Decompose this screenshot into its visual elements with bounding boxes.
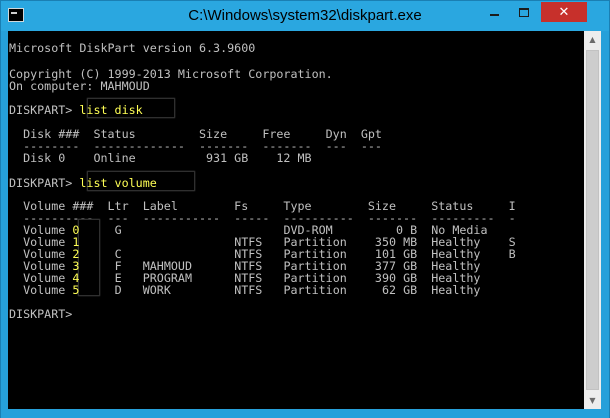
title-bar[interactable]: C:\Windows\system32\diskpart.exe ✕	[1, 1, 609, 31]
prompt: DISKPART>	[9, 176, 80, 190]
console-window: C:\Windows\system32\diskpart.exe ✕ Micro…	[0, 0, 610, 418]
scroll-down-icon[interactable]: ▼	[584, 392, 601, 409]
close-icon: ✕	[558, 4, 570, 20]
minimize-icon	[489, 14, 499, 16]
scroll-up-icon[interactable]: ▲	[584, 31, 601, 48]
final-prompt: DISKPART>	[9, 307, 73, 321]
volume-label: Volume	[9, 283, 73, 297]
minimize-button[interactable]	[480, 2, 508, 22]
command-line-list-volume: DISKPART> list volume	[9, 177, 157, 189]
version-line: Microsoft DiskPart version 6.3.9600	[9, 41, 256, 55]
volume-details: D WORK NTFS Partition 62 GB Healthy	[79, 283, 481, 297]
volume-row: Volume 5 D WORK NTFS Partition 62 GB Hea…	[9, 284, 480, 296]
scroll-thumb[interactable]	[586, 50, 599, 390]
maximize-icon	[519, 7, 529, 17]
command-text: list volume	[79, 176, 157, 190]
maximize-button[interactable]	[510, 2, 538, 22]
close-button[interactable]: ✕	[541, 2, 587, 22]
console-output[interactable]: Microsoft DiskPart version 6.3.9600 Copy…	[8, 31, 584, 409]
window-bottom-border	[1, 409, 609, 418]
computer-line: On computer: MAHMOUD	[9, 79, 150, 93]
disk-row: Disk 0 Online 931 GB 12 MB	[9, 151, 312, 165]
command-line-list-disk: DISKPART> list disk	[9, 104, 143, 116]
command-text: list disk	[79, 103, 143, 117]
vertical-scrollbar[interactable]: ▲ ▼	[584, 31, 601, 409]
prompt: DISKPART>	[9, 103, 80, 117]
